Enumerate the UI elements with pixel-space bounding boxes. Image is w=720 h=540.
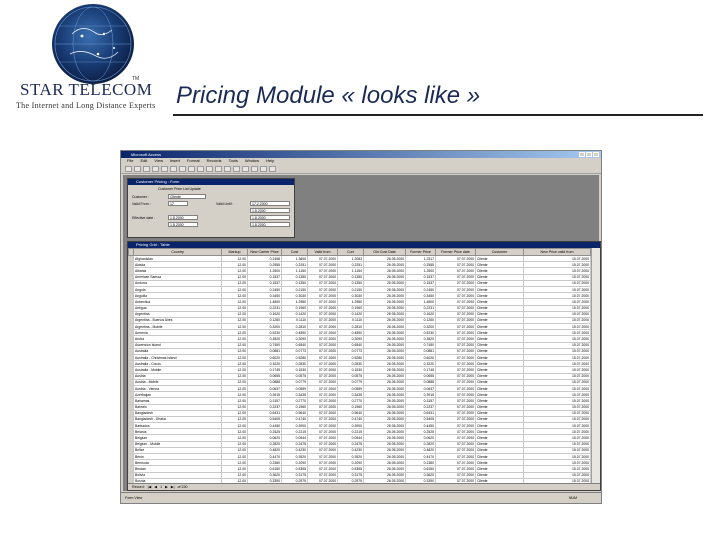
menu-records[interactable]: Records: [207, 158, 222, 164]
last-record-icon[interactable]: ▶|: [171, 484, 175, 490]
column-header[interactable]: Curr: [337, 248, 364, 256]
delete-record-icon[interactable]: [251, 165, 258, 172]
status-text: Form View: [125, 496, 143, 500]
globe-icon: [52, 4, 134, 84]
column-header[interactable]: Former Price: [405, 248, 436, 256]
star-telecom-logo: STAR TELECOM TM The Internet and Long Di…: [8, 4, 163, 112]
print-icon[interactable]: [143, 165, 150, 172]
help-icon[interactable]: [269, 165, 276, 172]
menu-view[interactable]: View: [154, 158, 163, 164]
form-body: Customer Price List Update Customer : Cl…: [128, 185, 294, 237]
record-total: of 230: [177, 485, 188, 489]
valid-from-input[interactable]: 17: [168, 201, 188, 206]
preview-icon[interactable]: [152, 165, 159, 172]
minimize-icon[interactable]: [579, 152, 585, 157]
sort-desc-icon[interactable]: [215, 165, 222, 172]
record-label: Record:: [132, 485, 145, 489]
menu-tools[interactable]: Tools: [229, 158, 238, 164]
grid-header-row: Country Markup New Carrier Price Cost Valid …: [128, 248, 591, 256]
pricing-table: Country Markup New Carrier Price Cost Valid …: [128, 248, 591, 490]
date-field-d[interactable]: 1.8.2000: [250, 222, 290, 227]
column-header[interactable]: Markup: [221, 248, 248, 256]
close-icon[interactable]: [593, 152, 599, 157]
column-header[interactable]: Country: [133, 248, 222, 256]
brand-tagline: The Internet and Long Distance Experts: [16, 101, 156, 110]
effective-date-label: Effective date :: [132, 216, 156, 220]
view-icon[interactable]: [125, 165, 132, 172]
pricing-form-window: Customer Pricing : Form Customer Price L…: [127, 178, 295, 238]
maximize-icon[interactable]: [586, 152, 592, 157]
valid-from-label: Valid From :: [132, 202, 151, 206]
column-header[interactable]: New Carrier Price: [247, 248, 282, 256]
customer-select[interactable]: Cliente: [168, 194, 206, 199]
undo-icon[interactable]: [197, 165, 204, 172]
column-header[interactable]: New Price valid from: [523, 248, 591, 256]
paste-icon[interactable]: [188, 165, 195, 172]
pricing-grid-window: Pricing Grid : Table Country Markup New Ca…: [127, 241, 601, 491]
filter-icon[interactable]: [224, 165, 231, 172]
column-header[interactable]: Former Price date: [435, 248, 476, 256]
record-navigator: Record: |◀ ◀ 1 ▶ ▶| of 230: [128, 483, 600, 490]
date-field-b[interactable]: 1.8.2000: [168, 222, 198, 227]
cut-icon[interactable]: [170, 165, 177, 172]
title-rule: [173, 114, 703, 116]
window-title: Microsoft Access: [131, 152, 162, 157]
new-record-icon[interactable]: [242, 165, 249, 172]
find-icon[interactable]: [233, 165, 240, 172]
date-field-a[interactable]: 1.8.2000: [250, 208, 290, 213]
sort-asc-icon[interactable]: [206, 165, 213, 172]
vertical-scrollbar[interactable]: [591, 248, 600, 484]
prev-record-icon[interactable]: ◀: [154, 484, 157, 490]
menu-format[interactable]: Format: [187, 158, 200, 164]
menu-window[interactable]: Window: [245, 158, 259, 164]
effective-date-input[interactable]: 1.8.2000: [168, 215, 198, 220]
spell-icon[interactable]: [161, 165, 168, 172]
first-record-icon[interactable]: |◀: [148, 484, 152, 490]
valid-until-input[interactable]: 17.2.2000: [250, 201, 290, 206]
next-record-icon[interactable]: ▶: [165, 484, 168, 490]
slide-title: Pricing Module « looks like »: [176, 82, 481, 109]
column-header[interactable]: Customer: [475, 248, 524, 256]
column-header[interactable]: Cost: [281, 248, 308, 256]
menu-insert[interactable]: Insert: [170, 158, 180, 164]
copy-icon[interactable]: [179, 165, 186, 172]
window-title-bar: Microsoft Access: [121, 151, 601, 158]
access-window: Microsoft Access File Edit View Insert F…: [120, 150, 602, 504]
status-bar: Form View NUM: [121, 492, 601, 503]
menu-help[interactable]: Help: [266, 158, 274, 164]
date-field-c[interactable]: 1.8.2000: [250, 215, 290, 220]
database-icon[interactable]: [260, 165, 267, 172]
menu-edit[interactable]: Edit: [140, 158, 147, 164]
valid-until-label: Valid Until :: [216, 202, 234, 206]
column-header[interactable]: Valid from: [307, 248, 338, 256]
customer-label: Customer :: [132, 195, 150, 199]
save-icon[interactable]: [134, 165, 141, 172]
num-lock-indicator: NUM: [568, 496, 577, 500]
menu-file[interactable]: File: [127, 158, 133, 164]
record-position[interactable]: 1: [160, 484, 162, 490]
form-heading: Customer Price List Update: [158, 187, 201, 191]
brand-name: STAR TELECOM: [20, 80, 153, 99]
column-header[interactable]: Old Cost Date: [363, 248, 406, 256]
mdi-workspace: Customer Pricing : Form Customer Price L…: [123, 175, 601, 491]
toolbar: [121, 164, 601, 174]
trademark: TM: [132, 76, 140, 82]
